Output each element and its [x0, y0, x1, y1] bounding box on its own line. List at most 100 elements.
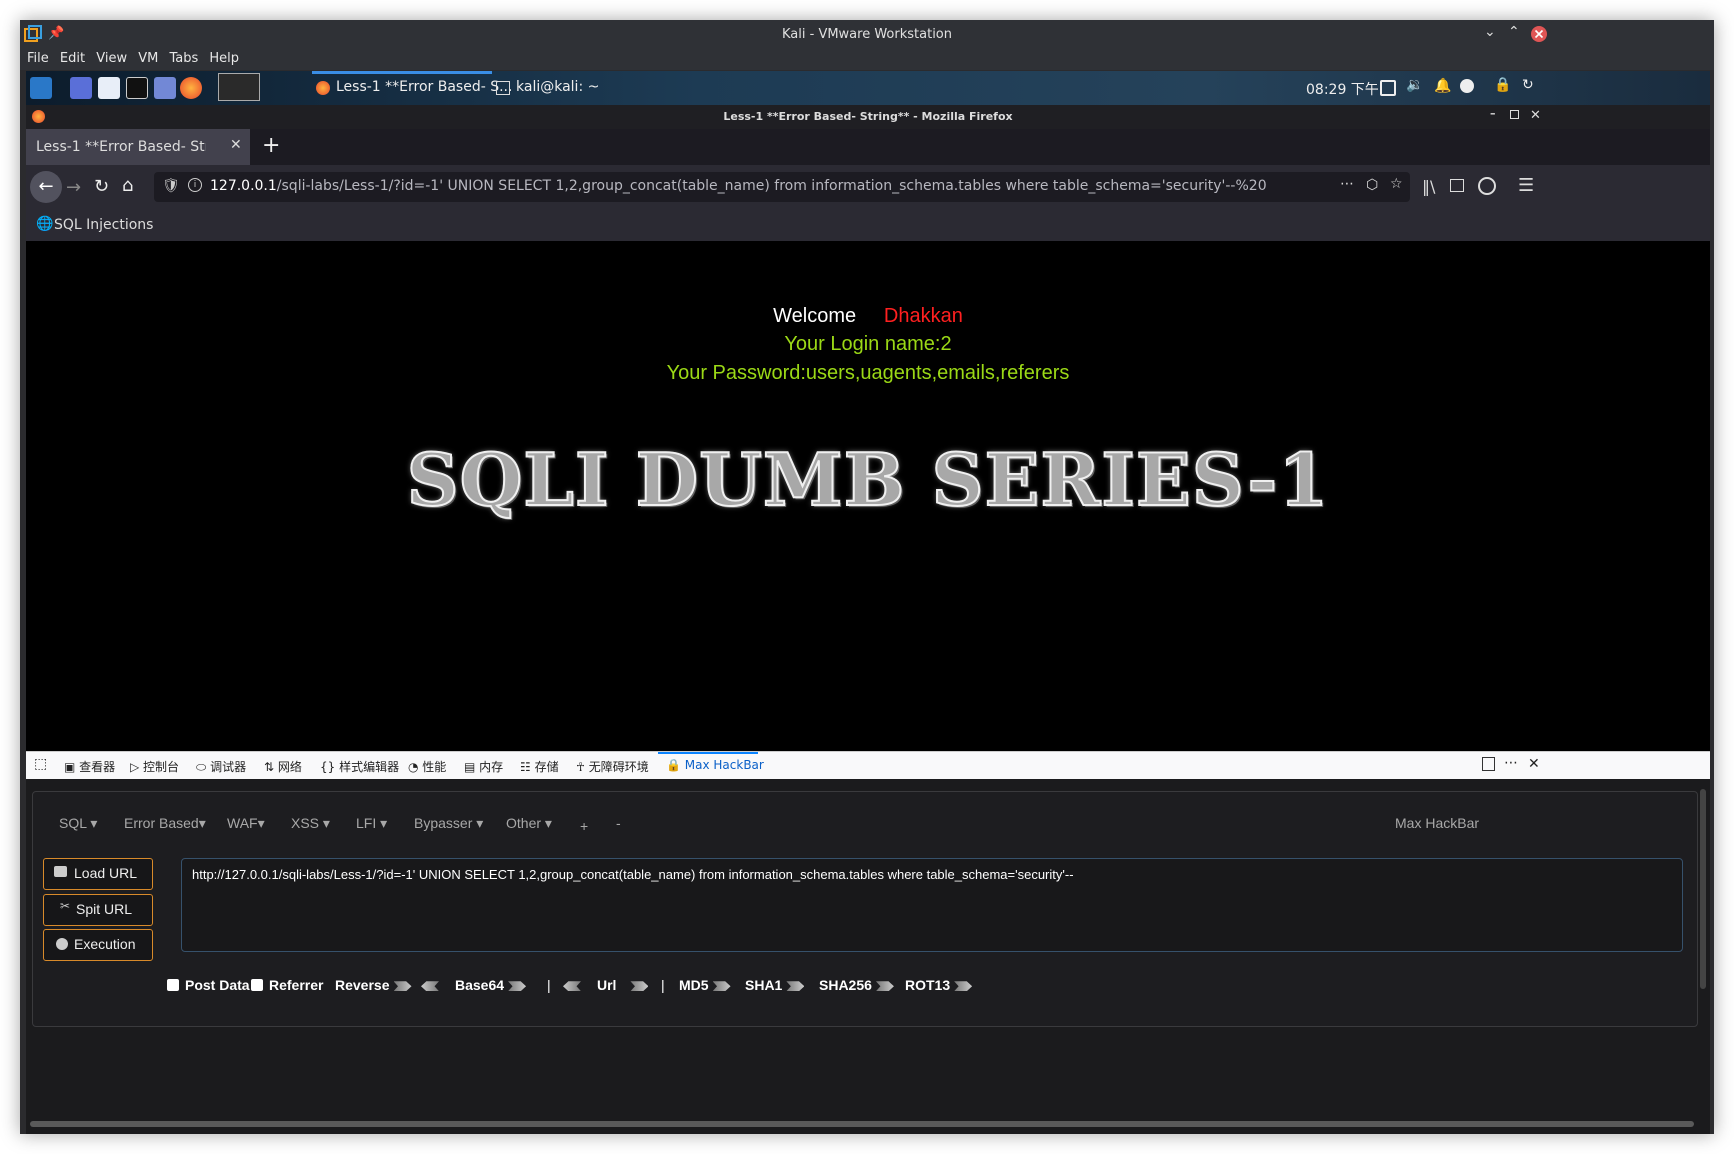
devtab-debugger-label: 调试器 [210, 760, 247, 774]
devtab-console-label: 控制台 [143, 760, 180, 774]
devtab-storage[interactable]: ☷ 存储 [520, 758, 559, 775]
volume-icon[interactable]: 🔉 [1406, 77, 1423, 93]
base64-decode-button[interactable] [421, 977, 439, 993]
load-url-icon [54, 866, 67, 877]
url-textarea[interactable]: http://127.0.0.1/sqli-labs/Less-1/?id=-1… [181, 858, 1683, 952]
notification-bell-icon[interactable]: 🔔 [1434, 78, 1451, 94]
devtab-memory[interactable]: ▤ 内存 [464, 758, 503, 775]
pocket-icon[interactable]: ⬡ [1366, 177, 1378, 193]
hb-menu-add[interactable]: + [580, 818, 588, 834]
menu-help[interactable]: Help [209, 51, 239, 66]
url-bar[interactable]: 🛡 i 127.0.0.1/sqli-labs/Less-1/?id=-1' U… [154, 172, 1410, 202]
hb-menu-xss[interactable]: XSS ▾ [291, 815, 330, 832]
devtab-performance[interactable]: ◔ 性能 [408, 758, 446, 775]
hb-menu-error-based[interactable]: Error Based▾ [124, 815, 206, 832]
devtools-more-icon[interactable]: ⋯ [1504, 755, 1518, 771]
ff-maximize-icon[interactable] [1510, 110, 1519, 119]
post-data-box[interactable] [167, 979, 179, 991]
sha1-button[interactable]: SHA1 [745, 977, 805, 993]
firefox-title-bar: Less-1 **Error Based- String** - Mozilla… [26, 105, 1710, 129]
devtab-accessibility[interactable]: ☥ 无障碍环境 [576, 758, 649, 775]
workspace-icon[interactable] [70, 77, 92, 99]
reverse-label: Reverse [335, 977, 390, 993]
bookmark-star-icon[interactable]: ☆ [1390, 176, 1403, 192]
reload-button[interactable]: ↻ [94, 176, 109, 197]
taskbar-item-firefox[interactable]: Less-1 **Error Based- S... [336, 79, 512, 95]
hb-menu-bypasser[interactable]: Bypasser ▾ [414, 815, 483, 832]
back-button[interactable]: ← [30, 171, 62, 203]
hb-menu-other[interactable]: Other ▾ [506, 815, 552, 832]
panel-clock[interactable]: 08:29 下午 [1306, 79, 1379, 99]
pick-element-icon[interactable]: ⬚ [34, 756, 47, 772]
hb-menu-waf[interactable]: WAF▾ [227, 815, 265, 832]
horizontal-scrollbar[interactable] [30, 1121, 1694, 1127]
new-tab-icon[interactable]: + [262, 133, 280, 158]
devtab-network[interactable]: ⇅ 网络 [264, 758, 302, 775]
menu-file[interactable]: File [27, 51, 49, 66]
library-icon[interactable]: ‖\ [1422, 177, 1435, 196]
devtab-debugger[interactable]: ⬭ 调试器 [196, 758, 246, 775]
devtab-style-editor[interactable]: {} 样式编辑器 [320, 758, 399, 775]
url-label: Url [597, 977, 617, 993]
devtab-max-hackbar[interactable]: 🔒 Max HackBar [666, 758, 764, 772]
network-icon[interactable] [1460, 79, 1474, 93]
referrer-checkbox[interactable]: Referrer [251, 977, 323, 993]
dock-icon[interactable] [1482, 757, 1495, 771]
menu-edit[interactable]: Edit [60, 51, 85, 66]
sha256-button[interactable]: SHA256 [819, 977, 894, 993]
tab-less1[interactable]: Less-1 **Error Based- String ✕ [26, 129, 250, 165]
page-actions-icon[interactable]: ⋯ [1340, 176, 1354, 192]
info-icon[interactable]: i [188, 178, 202, 192]
base64-encode-button[interactable]: Base64 [455, 977, 527, 993]
hamburger-menu-icon[interactable]: ☰ [1518, 175, 1534, 196]
hb-menu-lfi[interactable]: LFI ▾ [356, 815, 387, 832]
account-icon[interactable] [1478, 177, 1496, 195]
devtab-inspector[interactable]: ▣ 查看器 [64, 758, 115, 775]
url-encode-button[interactable]: Url [597, 977, 649, 993]
active-window-box[interactable] [218, 73, 260, 101]
hb-menu-sql[interactable]: SQL ▾ [59, 815, 97, 832]
md5-button[interactable]: MD5 [679, 977, 731, 993]
menu-view[interactable]: View [96, 51, 127, 66]
ff-minimize-icon[interactable]: – [1490, 107, 1496, 120]
sidebar-icon[interactable] [1450, 179, 1464, 192]
rot13-button[interactable]: ROT13 [905, 977, 973, 993]
menu-tabs[interactable]: Tabs [169, 51, 198, 66]
refresh-icon[interactable]: ↻ [1522, 77, 1534, 93]
bookmark-sql-injections[interactable]: SQL Injections [54, 217, 153, 233]
terminal-icon[interactable] [126, 77, 148, 99]
tab-close-icon[interactable]: ✕ [230, 137, 242, 153]
load-url-button[interactable]: Load URL [43, 858, 153, 890]
home-button[interactable]: ⌂ [122, 175, 133, 196]
display-icon[interactable] [1380, 80, 1396, 96]
url-decode-button[interactable] [563, 977, 581, 993]
kali-menu-icon[interactable] [30, 77, 52, 99]
separator-2: | [661, 977, 665, 993]
firefox-icon[interactable] [180, 77, 202, 99]
password-line: Your Password:users,uagents,emails,refer… [666, 362, 1070, 384]
menu-vm[interactable]: VM [138, 51, 158, 66]
shield-icon[interactable]: 🛡 [162, 178, 180, 194]
taskbar-active-indicator [312, 71, 492, 74]
base64-right-arrow-icon [508, 981, 527, 992]
close-icon[interactable] [1530, 25, 1548, 43]
vertical-scrollbar[interactable] [1700, 789, 1706, 989]
post-data-checkbox[interactable]: Post Data [167, 977, 250, 993]
split-url-button[interactable]: ✂ Spit URL [43, 894, 153, 926]
reverse-button[interactable]: Reverse [335, 977, 412, 993]
devtab-console[interactable]: ▷ 控制台 [130, 758, 179, 775]
hb-menu-error-based-label: Error Based [124, 815, 199, 831]
screen-icon[interactable] [154, 77, 176, 99]
referrer-box[interactable] [251, 979, 263, 991]
hb-menu-remove[interactable]: - [616, 815, 621, 831]
split-url-label: Spit URL [76, 901, 133, 917]
taskbar-item-terminal[interactable]: kali@kali: ~ [516, 79, 599, 95]
file-manager-icon[interactable] [98, 77, 120, 99]
lock-icon[interactable]: 🔒 [1494, 77, 1511, 93]
devtools-close-icon[interactable]: ✕ [1528, 756, 1540, 772]
execution-button[interactable]: Execution [43, 929, 153, 961]
forward-button[interactable]: → [66, 177, 81, 198]
minimize-icon[interactable]: ⌄ [1484, 24, 1502, 42]
maximize-icon[interactable]: ⌃ [1508, 24, 1526, 42]
ff-close-icon[interactable]: ✕ [1530, 108, 1541, 123]
